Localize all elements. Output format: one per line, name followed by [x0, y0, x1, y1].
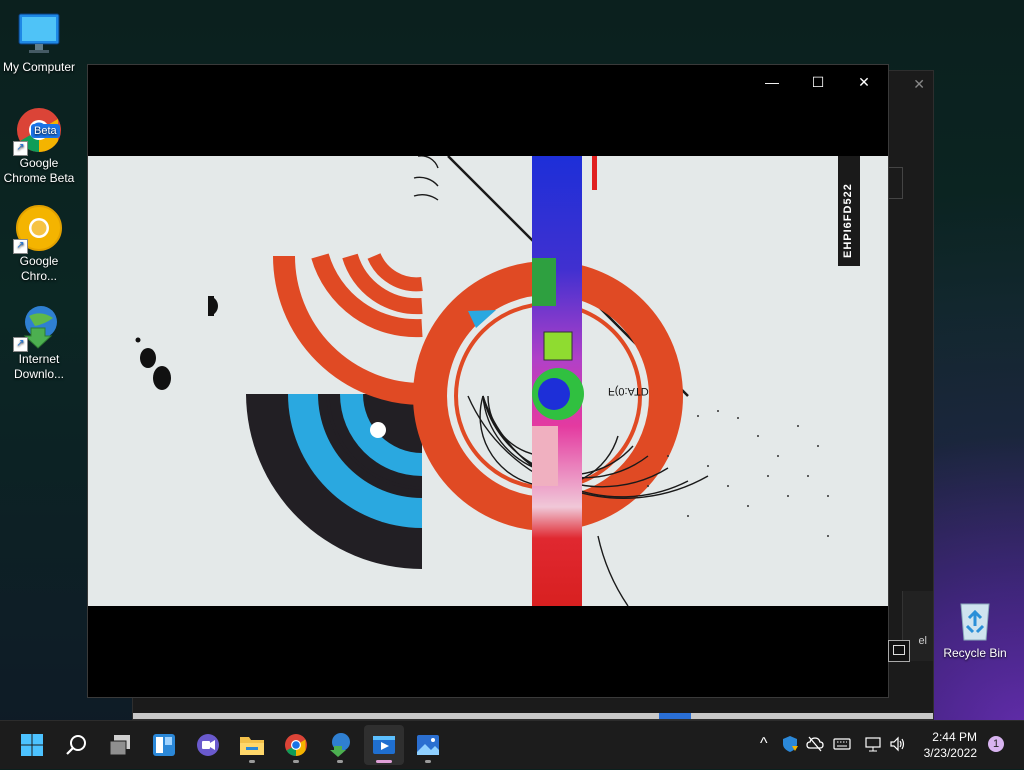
teams-chat-icon — [197, 734, 219, 756]
background-window-scrollbar-thumb[interactable] — [659, 713, 691, 719]
running-indicator — [293, 760, 299, 763]
desktop-icon-chrome-beta[interactable]: Beta ↗ Google Chrome Beta — [0, 106, 78, 186]
network-icon[interactable] — [864, 735, 882, 756]
video-artwork — [88, 156, 888, 606]
show-hidden-icons-button[interactable]: ^ — [760, 735, 768, 753]
desktop-icon-label: Google Chro... — [19, 254, 59, 283]
taskbar: ^ 2:44 PM 3/23/2022 1 — [0, 720, 1024, 769]
background-window-panel-text: el — [918, 635, 927, 647]
clock-time: 2:44 PM — [932, 730, 977, 744]
desktop-icon-label: My Computer — [2, 60, 76, 74]
shortcut-arrow-icon: ↗ — [13, 337, 28, 352]
media-player-taskbar-button[interactable] — [364, 725, 404, 765]
background-window-close-button[interactable]: ✕ — [913, 76, 925, 93]
media-player-icon — [373, 736, 395, 754]
volume-icon[interactable] — [889, 735, 907, 756]
active-indicator — [376, 760, 392, 763]
maximize-button[interactable]: ☐ — [796, 71, 840, 93]
close-button[interactable]: ✕ — [842, 71, 886, 93]
chrome-taskbar-button[interactable] — [276, 725, 316, 765]
media-player-window[interactable]: — ☐ ✕ EHPI6FD522 F(0:ATD — [87, 64, 889, 698]
desktop-icon-my-computer[interactable]: My Computer — [0, 10, 78, 75]
search-button[interactable] — [56, 725, 96, 765]
search-icon — [66, 735, 86, 755]
shortcut-arrow-icon: ↗ — [13, 141, 28, 156]
minimize-button[interactable]: — — [750, 71, 794, 93]
clock-date: 3/23/2022 — [923, 746, 977, 760]
desktop-icon-internet-download-manager[interactable]: ↗ Internet Downlo... — [0, 302, 78, 382]
background-window-scrollbar[interactable] — [133, 713, 933, 719]
desktop-icon-label: Internet Downlo... — [13, 352, 65, 381]
desktop-icon-recycle-bin[interactable]: Recycle Bin — [936, 596, 1014, 661]
desktop-icon-chrome-canary[interactable]: ↗ Google Chro... — [0, 204, 78, 284]
idm-icon: ↗ — [13, 302, 63, 352]
video-mirrored-text: F(0:ATD — [608, 385, 649, 397]
chat-button[interactable] — [188, 725, 228, 765]
photos-taskbar-button[interactable] — [408, 725, 448, 765]
running-indicator — [425, 760, 431, 763]
chrome-canary-icon: ↗ — [13, 204, 63, 254]
shortcut-arrow-icon: ↗ — [13, 239, 28, 254]
file-explorer-button[interactable] — [232, 725, 272, 765]
chrome-beta-icon: Beta ↗ — [13, 106, 63, 156]
compact-overlay-button[interactable] — [888, 640, 910, 662]
widgets-icon — [153, 734, 175, 756]
keyboard-icon[interactable] — [833, 735, 851, 756]
cloud-offline-icon[interactable] — [806, 735, 824, 756]
clock[interactable]: 2:44 PM 3/23/2022 — [924, 729, 977, 761]
desktop-icon-label: Recycle Bin — [943, 646, 1007, 660]
video-vertical-text: EHPI6FD522 — [842, 183, 854, 258]
recycle-bin-icon — [951, 596, 999, 644]
chrome-icon — [285, 734, 307, 756]
beta-badge: Beta — [31, 124, 60, 138]
photos-icon — [417, 735, 439, 755]
desktop-icon-label: Google Chrome Beta — [3, 156, 75, 185]
monitor-icon — [15, 10, 63, 58]
notification-badge[interactable]: 1 — [988, 736, 1004, 752]
security-shield-icon[interactable] — [781, 735, 799, 756]
folder-icon — [240, 737, 264, 755]
task-view-icon — [109, 735, 130, 756]
idm-taskbar-button[interactable] — [320, 725, 360, 765]
running-indicator — [249, 760, 255, 763]
widgets-button[interactable] — [144, 725, 184, 765]
task-view-button[interactable] — [100, 725, 140, 765]
windows-logo-icon — [21, 734, 43, 756]
running-indicator — [337, 760, 343, 763]
start-button[interactable] — [12, 725, 52, 765]
idm-icon — [330, 733, 350, 757]
video-frame[interactable]: EHPI6FD522 F(0:ATD — [88, 156, 888, 606]
